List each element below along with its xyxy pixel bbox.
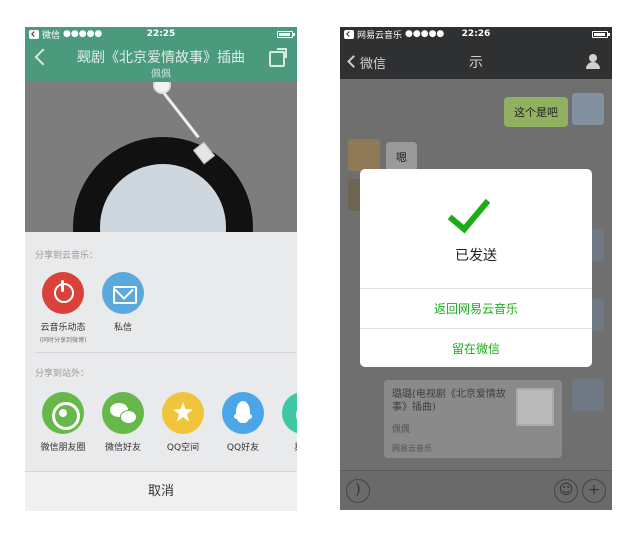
message-bubble-me: 这个是吧: [504, 97, 568, 127]
tonearm-pivot: [153, 82, 171, 94]
share-item-label: 云音乐动态: [40, 323, 86, 333]
share-wechat-friend[interactable]: 微信好友: [92, 392, 154, 453]
share-yixin[interactable]: 易信: [272, 392, 297, 453]
back-to-app-icon[interactable]: [29, 29, 39, 39]
input-bar: ) ☺ +: [340, 470, 612, 510]
sent-dialog: 已发送 返回网易云音乐 留在微信: [360, 169, 592, 367]
share-item-label: 微信好友: [104, 443, 141, 453]
return-to-netease-button[interactable]: 返回网易云音乐: [360, 288, 592, 328]
song-title: 觋剧《北京爱情故事》插曲: [77, 50, 245, 66]
share-item-label: 微信朋友圈: [40, 443, 86, 453]
battery-icon: [277, 30, 295, 38]
card-source: 网易云音乐: [392, 444, 432, 453]
voice-icon[interactable]: ): [346, 479, 370, 503]
signal-icon: ●●●●●: [63, 29, 103, 39]
checkmark-icon: [447, 188, 491, 234]
chat-title: 示: [469, 55, 483, 71]
left-phone-screen: 微信 ●●●●● 22:25 觋剧《北京爱情故事》插曲 佩佩 分享到云音乐： 云…: [25, 27, 297, 511]
share-item-label: QQ好友: [226, 443, 260, 453]
share-item-label: 私信: [113, 323, 132, 333]
share-icon[interactable]: [269, 48, 287, 67]
signal-icon: ●●●●●: [405, 29, 445, 39]
chat-header: 网易云音乐 ●●●●● 22:26 微信 示: [340, 27, 612, 79]
avatar[interactable]: [572, 93, 604, 125]
message-bubble-other: 嗯: [386, 142, 417, 172]
cancel-button[interactable]: 取消: [25, 471, 297, 511]
share-qq-friend[interactable]: QQ好友: [212, 392, 274, 453]
share-qzone[interactable]: QQ空间: [152, 392, 214, 453]
yixin-icon: [282, 392, 297, 434]
status-time: 22:25: [146, 29, 176, 39]
share-wechat-moments[interactable]: 微信朋友圈: [32, 392, 94, 453]
netease-music-icon: [42, 272, 84, 314]
share-private-message[interactable]: 私信: [92, 272, 154, 333]
right-phone-screen: 网易云音乐 ●●●●● 22:26 微信 示 这个是吧 嗯 璐璐(电视剧《北京爱…: [340, 27, 612, 510]
song-header: 微信 ●●●●● 22:25 觋剧《北京爱情故事》插曲 佩佩: [25, 27, 297, 82]
moments-icon: [42, 392, 84, 434]
song-artist: 佩佩: [151, 69, 171, 80]
back-to-app-icon[interactable]: [344, 29, 354, 39]
emoji-icon[interactable]: ☺: [554, 479, 578, 503]
music-share-card[interactable]: 璐璐(电视剧《北京爱情故事》插曲) 佩佩 网易云音乐: [384, 380, 562, 458]
dialog-title: 已发送: [455, 248, 497, 264]
card-artist: 佩佩: [392, 425, 411, 435]
divider: [35, 352, 297, 353]
share-netease-feed[interactable]: 云音乐动态 (同时分享到微博): [32, 272, 94, 344]
share-item-label: QQ空间: [166, 443, 200, 453]
plus-icon[interactable]: +: [582, 479, 606, 503]
back-arrow-icon[interactable]: [34, 48, 52, 66]
mail-icon: [102, 272, 144, 314]
avatar[interactable]: [572, 379, 604, 411]
qr-code-icon: [516, 388, 554, 426]
share-sheet: 分享到云音乐： 云音乐动态 (同时分享到微博) 私信 分享到站外： 微信朋友圈 …: [25, 232, 297, 511]
wechat-icon: [102, 392, 144, 434]
tonearm: [160, 89, 200, 139]
record-player: [25, 82, 297, 232]
share-external-label: 分享到站外：: [35, 369, 90, 379]
stay-in-wechat-button[interactable]: 留在微信: [360, 328, 592, 367]
contact-info-icon[interactable]: [586, 54, 600, 69]
status-bar: 网易云音乐 ●●●●● 22:26: [340, 27, 612, 41]
share-item-label: 易信: [272, 440, 297, 453]
status-app-name: 微信: [42, 30, 61, 41]
avatar[interactable]: [348, 139, 380, 171]
status-bar: 微信 ●●●●● 22:25: [25, 27, 297, 41]
qq-icon: [222, 392, 264, 434]
card-title: 璐璐(电视剧《北京爱情故事》插曲): [392, 389, 506, 413]
share-item-sublabel: (同时分享到微博): [39, 337, 87, 344]
status-app-name: 网易云音乐: [357, 30, 403, 41]
qzone-icon: [162, 392, 204, 434]
battery-icon: [592, 30, 610, 38]
share-to-app-label: 分享到云音乐：: [35, 251, 99, 261]
status-time: 22:26: [461, 29, 491, 39]
